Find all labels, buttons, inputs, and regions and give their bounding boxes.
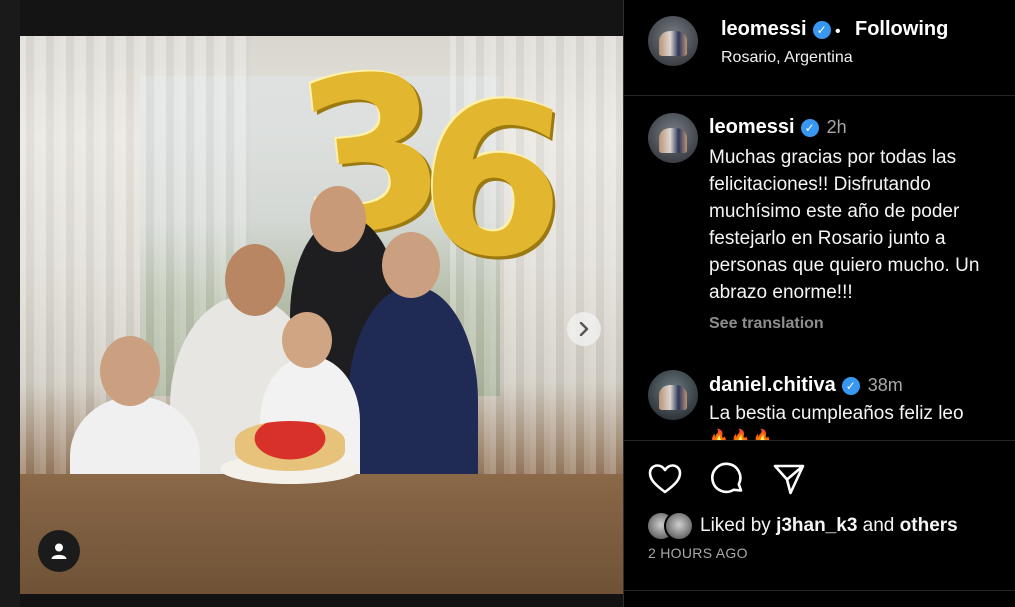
- verified-badge-icon: ✓: [800, 119, 819, 137]
- comment-time: 38m: [867, 375, 903, 395]
- comment-bubble-icon: [711, 462, 743, 494]
- photo-person-head: [100, 336, 160, 406]
- comment-emojis: 🔥🔥🔥: [709, 430, 775, 440]
- photo-table: [20, 474, 623, 594]
- photo-person-head: [282, 312, 332, 368]
- liked-by-text: Liked by j3han_k3 and others: [700, 515, 958, 537]
- birthday-cake: [235, 421, 345, 471]
- paper-plane-icon: [773, 464, 805, 495]
- comment-text: La bestia cumpleaños feliz leo: [709, 403, 964, 424]
- author-username[interactable]: leomessi ✓: [721, 18, 831, 41]
- post-header: leomessi ✓ • Following Rosario, Argentina: [624, 0, 1015, 96]
- following-button[interactable]: Following: [855, 18, 948, 41]
- verified-badge-icon: ✓: [812, 21, 831, 39]
- likes-others-link[interactable]: others: [900, 515, 958, 536]
- top-backdrop: [20, 0, 623, 36]
- actions-divider: [624, 440, 1015, 441]
- photo-person-head: [310, 186, 366, 252]
- caption-username[interactable]: leomessi ✓ 2h: [709, 116, 847, 139]
- post-timestamp[interactable]: 2 HOURS AGO: [648, 545, 748, 561]
- heart-icon: [648, 464, 682, 494]
- user-tags-button[interactable]: [38, 530, 80, 572]
- see-translation-link[interactable]: See translation: [709, 315, 824, 333]
- author-avatar[interactable]: [648, 16, 698, 66]
- verified-badge-icon: ✓: [841, 377, 860, 395]
- liker-avatar[interactable]: [664, 511, 694, 541]
- photo-person-head: [382, 232, 440, 298]
- chevron-right-icon: [579, 322, 589, 336]
- comment-button[interactable]: [708, 460, 746, 498]
- liked-by-row: Liked by j3han_k3 and others: [646, 508, 958, 544]
- commenter-username[interactable]: daniel.chitiva ✓ 38m: [709, 374, 903, 397]
- caption-avatar[interactable]: [648, 113, 698, 163]
- share-button[interactable]: [770, 460, 808, 498]
- liker-username[interactable]: j3han_k3: [776, 515, 857, 536]
- liked-by-prefix: Liked by: [700, 515, 771, 536]
- separator-dot: •: [835, 23, 841, 40]
- post-side-panel: leomessi ✓ • Following Rosario, Argentina…: [624, 0, 1015, 607]
- post-photo: 3 6: [20, 36, 623, 594]
- photo-person-head: [225, 244, 285, 316]
- liked-by-and: and: [862, 515, 895, 536]
- user-tag-icon: [51, 543, 67, 559]
- caption-text: Muchas gracias por todas las felicitacio…: [709, 147, 980, 303]
- carousel-next-button[interactable]: [567, 312, 601, 346]
- username-text[interactable]: daniel.chitiva: [709, 374, 836, 396]
- bottom-divider: [624, 590, 1015, 591]
- username-text[interactable]: leomessi: [709, 116, 795, 138]
- left-backdrop: [0, 0, 20, 607]
- like-button[interactable]: [646, 460, 684, 498]
- caption-time: 2h: [826, 117, 847, 137]
- commenter-avatar[interactable]: [648, 370, 698, 420]
- username-text[interactable]: leomessi: [721, 18, 807, 40]
- post-location[interactable]: Rosario, Argentina: [721, 49, 853, 67]
